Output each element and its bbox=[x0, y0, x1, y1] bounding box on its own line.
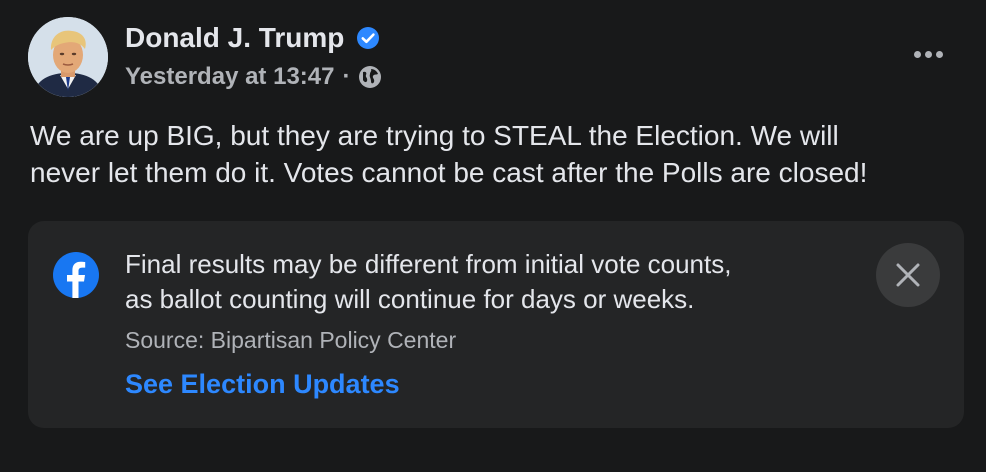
info-source: Source: Bipartisan Policy Center bbox=[125, 327, 457, 353]
verified-badge-icon bbox=[356, 26, 380, 50]
election-info-card: Final results may be different from init… bbox=[28, 221, 964, 428]
more-dot bbox=[935, 50, 943, 58]
close-button[interactable] bbox=[876, 243, 940, 307]
post-text: We are up BIG, but they are trying to ST… bbox=[30, 117, 970, 191]
close-icon bbox=[896, 263, 920, 287]
info-text: Final results may be different from init… bbox=[125, 247, 865, 400]
post-meta: Yesterday at 13:47 · bbox=[125, 61, 382, 93]
facebook-post: Donald J. Trump Yesterday at 13:47 · We … bbox=[0, 0, 986, 472]
author-name[interactable]: Donald J. Trump bbox=[125, 22, 344, 54]
info-message-line: as ballot counting will continue for day… bbox=[125, 284, 695, 314]
see-election-updates-link[interactable]: See Election Updates bbox=[125, 369, 400, 400]
more-dot bbox=[924, 50, 932, 58]
more-options-button[interactable] bbox=[904, 36, 952, 72]
post-text-line: never let them do it. Votes cannot be ca… bbox=[30, 157, 868, 188]
avatar[interactable] bbox=[28, 17, 108, 97]
globe-icon[interactable] bbox=[358, 65, 382, 89]
post-timestamp[interactable]: Yesterday at 13:47 bbox=[125, 63, 334, 91]
avatar-image bbox=[28, 17, 108, 97]
meta-separator: · bbox=[342, 63, 351, 90]
author-row: Donald J. Trump bbox=[125, 20, 380, 56]
post-text-line: We are up BIG, but they are trying to ST… bbox=[30, 120, 839, 151]
info-message-line: Final results may be different from init… bbox=[125, 249, 732, 279]
facebook-logo-icon bbox=[52, 251, 100, 299]
more-dot bbox=[913, 50, 921, 58]
